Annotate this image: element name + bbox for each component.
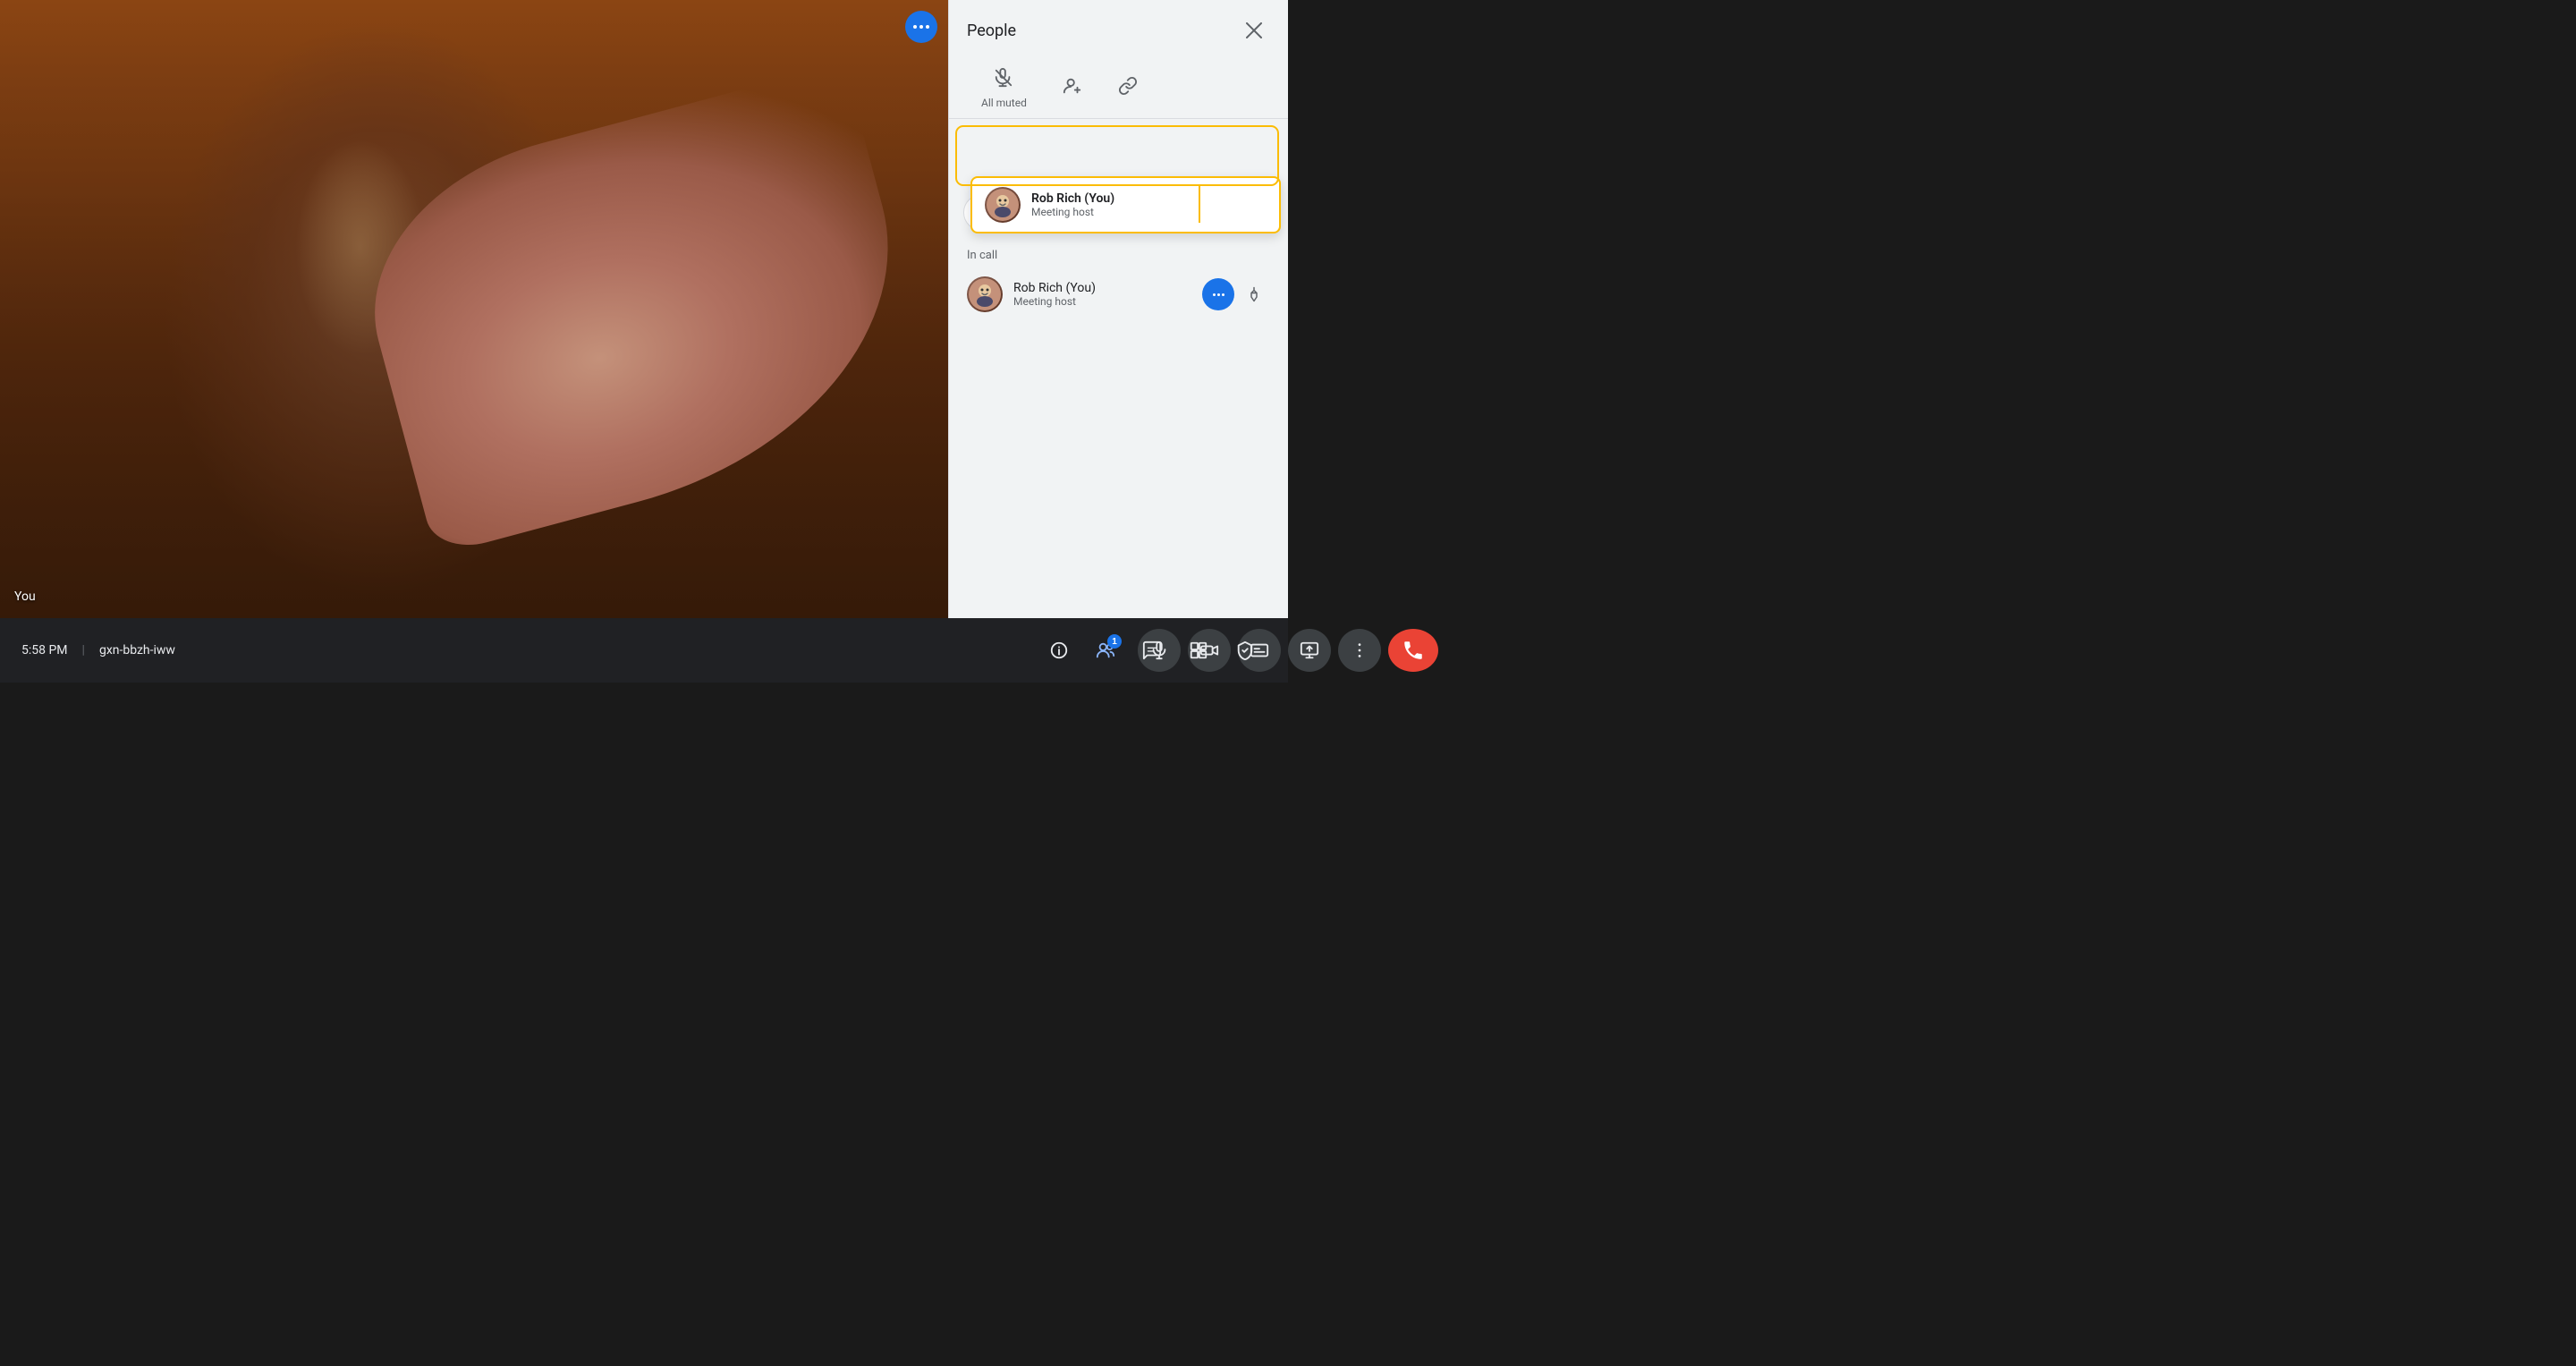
main-container: You People All xyxy=(0,0,1288,618)
tooltip-text: Rob Rich (You) Meeting host xyxy=(1031,191,1114,218)
participant-avatar xyxy=(967,276,1003,312)
tab-copy-link[interactable] xyxy=(1104,69,1152,110)
more-options-button[interactable] xyxy=(1338,629,1381,672)
panel-header: People xyxy=(949,0,1288,61)
tooltip-role: Meeting host xyxy=(1031,206,1114,218)
video-more-options-button[interactable] xyxy=(905,11,937,43)
participant-row: Rob Rich (You) Meeting host xyxy=(967,269,1270,319)
add-person-icon xyxy=(1063,76,1082,101)
panel-body: Rob Rich (You) Meeting host xyxy=(949,119,1288,618)
in-call-section: In call Rob Rich (Yo xyxy=(949,242,1288,327)
panel-close-button[interactable] xyxy=(1238,14,1270,47)
participant-info: Rob Rich (You) Meeting host xyxy=(1013,281,1191,308)
meeting-time: 5:58 PM xyxy=(21,643,68,658)
participant-role: Meeting host xyxy=(1013,295,1191,308)
video-feed: You xyxy=(0,0,948,618)
present-button[interactable] xyxy=(1288,629,1331,672)
toolbar-left: 5:58 PM | gxn-bbzh-iww xyxy=(21,643,175,658)
dot2 xyxy=(919,25,923,29)
info-button[interactable] xyxy=(1038,629,1080,672)
bottom-toolbar: 5:58 PM | gxn-bbzh-iww xyxy=(0,618,1288,683)
in-call-label: In call xyxy=(967,249,1270,262)
tooltip-name: Rob Rich (You) xyxy=(1031,191,1114,206)
mic-off-icon xyxy=(994,68,1013,93)
link-icon xyxy=(1118,76,1138,101)
video-participant-label: You xyxy=(14,590,36,604)
participant-pin-button[interactable] xyxy=(1238,278,1270,310)
activities-button[interactable] xyxy=(1177,629,1220,672)
security-button[interactable] xyxy=(1224,629,1267,672)
tab-muted[interactable]: All muted xyxy=(967,61,1041,118)
chat-button[interactable] xyxy=(1131,629,1174,672)
panel-tabs: All muted xyxy=(949,61,1288,119)
people-button[interactable]: 1 xyxy=(1084,629,1127,672)
end-call-button[interactable] xyxy=(1388,629,1438,672)
tab-add-people[interactable] xyxy=(1048,69,1097,110)
people-panel: People All muted xyxy=(948,0,1288,618)
participant-tooltip: Rob Rich (You) Meeting host xyxy=(970,176,1281,233)
participant-name: Rob Rich (You) xyxy=(1013,281,1191,295)
toolbar-right: 1 xyxy=(1038,629,1267,672)
tooltip-avatar xyxy=(985,187,1021,223)
toolbar-divider: | xyxy=(82,643,85,658)
participant-more-button[interactable] xyxy=(1202,278,1234,310)
panel-title: People xyxy=(967,21,1016,40)
video-area: You xyxy=(0,0,948,618)
meeting-code: gxn-bbzh-iww xyxy=(99,643,175,658)
participant-actions xyxy=(1202,278,1270,310)
dot1 xyxy=(913,25,917,29)
tab-muted-label: All muted xyxy=(981,97,1027,109)
people-badge: 1 xyxy=(1107,634,1122,649)
dot3 xyxy=(926,25,929,29)
